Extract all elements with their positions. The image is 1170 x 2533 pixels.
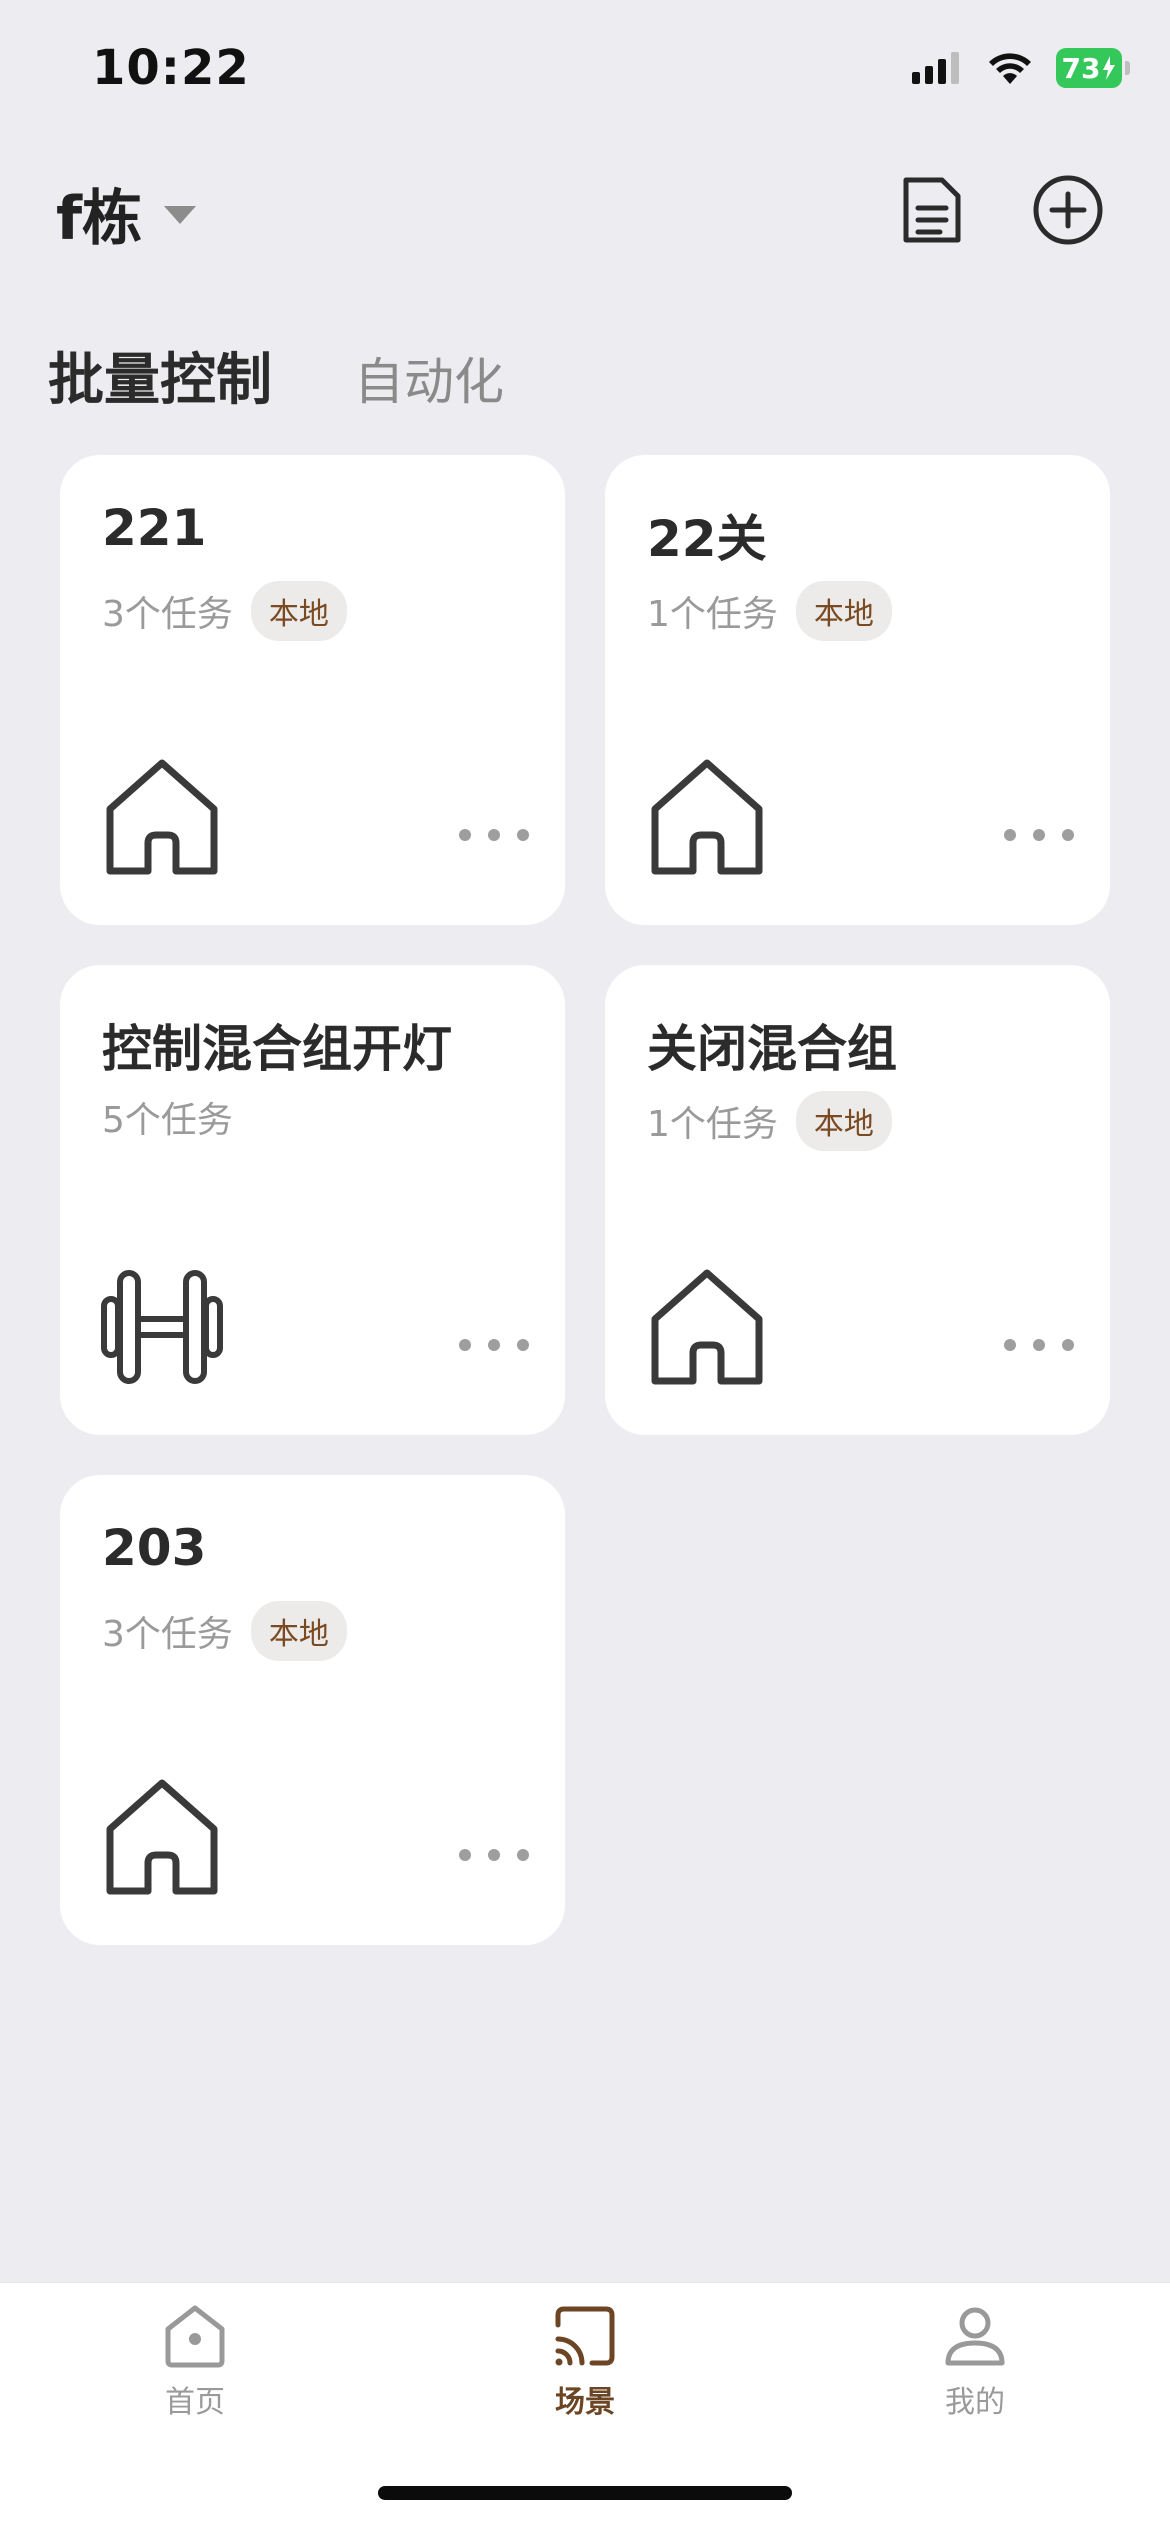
scene-card[interactable]: 关闭混合组 1个任务 本地: [605, 965, 1110, 1435]
scene-meta: 1个任务 本地: [647, 1091, 892, 1151]
add-scene-button[interactable]: [1026, 168, 1110, 252]
tabbar-item-scene[interactable]: 场景: [485, 2303, 685, 2421]
more-options-button[interactable]: [1004, 820, 1074, 850]
status-time: 10:22: [92, 40, 250, 96]
document-button[interactable]: [890, 168, 974, 252]
battery-level: 73: [1061, 51, 1101, 85]
scene-title: 控制混合组开灯: [102, 1020, 452, 1078]
dumbbell-icon: [101, 1270, 223, 1384]
task-count: 1个任务: [647, 1104, 778, 1145]
scene-meta: 5个任务: [102, 1091, 233, 1143]
header: f栋: [0, 150, 1170, 270]
scene-card[interactable]: 203 3个任务 本地: [60, 1475, 565, 1945]
task-count: 5个任务: [102, 1100, 233, 1141]
scene-title: 221: [102, 499, 207, 557]
building-selector[interactable]: f栋: [56, 170, 198, 257]
tab-automation[interactable]: 自动化: [354, 342, 504, 414]
profile-icon: [945, 2307, 1005, 2366]
task-count: 3个任务: [102, 594, 233, 635]
house-icon: [651, 1269, 763, 1385]
tabbar-label-home: 首页: [165, 2385, 225, 2420]
status-bar: 10:22 73: [0, 0, 1170, 150]
task-count: 1个任务: [647, 594, 778, 635]
tabbar-label-profile: 我的: [945, 2385, 1005, 2420]
scene-meta: 3个任务 本地: [102, 1601, 347, 1661]
caret-down-icon: [164, 205, 197, 224]
building-name: f栋: [56, 184, 143, 254]
scene-card[interactable]: 控制混合组开灯 5个任务: [60, 965, 565, 1435]
scene-meta: 1个任务 本地: [647, 581, 892, 641]
tab-batch-control[interactable]: 批量控制: [48, 335, 272, 416]
home-indicator: [378, 2486, 792, 2500]
scene-card[interactable]: 221 3个任务 本地: [60, 455, 565, 925]
more-options-button[interactable]: [459, 820, 529, 850]
local-badge: 本地: [250, 581, 347, 641]
scene-meta: 3个任务 本地: [102, 581, 347, 641]
scene-card[interactable]: 22关 1个任务 本地: [605, 455, 1110, 925]
plus-circle-icon: [1033, 175, 1103, 245]
more-options-button[interactable]: [459, 1330, 529, 1360]
scene-title: 203: [102, 1519, 207, 1577]
tabbar-item-home[interactable]: 首页: [95, 2303, 295, 2421]
local-badge: 本地: [250, 1601, 347, 1661]
tabbar-label-scene: 场景: [555, 2385, 615, 2420]
local-badge: 本地: [795, 1091, 892, 1151]
scene-title: 22关: [647, 510, 767, 568]
cellular-signal-icon: [912, 52, 959, 84]
status-icons: 73: [912, 48, 1130, 88]
more-options-button[interactable]: [459, 1840, 529, 1870]
local-badge: 本地: [795, 581, 892, 641]
scene-icon: [555, 2306, 615, 2366]
home-icon: [165, 2305, 225, 2368]
document-icon: [903, 177, 961, 243]
task-count: 3个任务: [102, 1614, 233, 1655]
tabbar-item-profile[interactable]: 我的: [875, 2303, 1075, 2421]
battery-icon: 73: [1056, 48, 1130, 88]
house-icon: [106, 759, 218, 875]
scene-tabs: 批量控制 自动化: [48, 335, 504, 416]
wifi-icon: [989, 53, 1031, 84]
house-icon: [106, 1779, 218, 1895]
scene-title: 关闭混合组: [647, 1020, 897, 1078]
house-icon: [651, 759, 763, 875]
more-options-button[interactable]: [1004, 1330, 1074, 1360]
